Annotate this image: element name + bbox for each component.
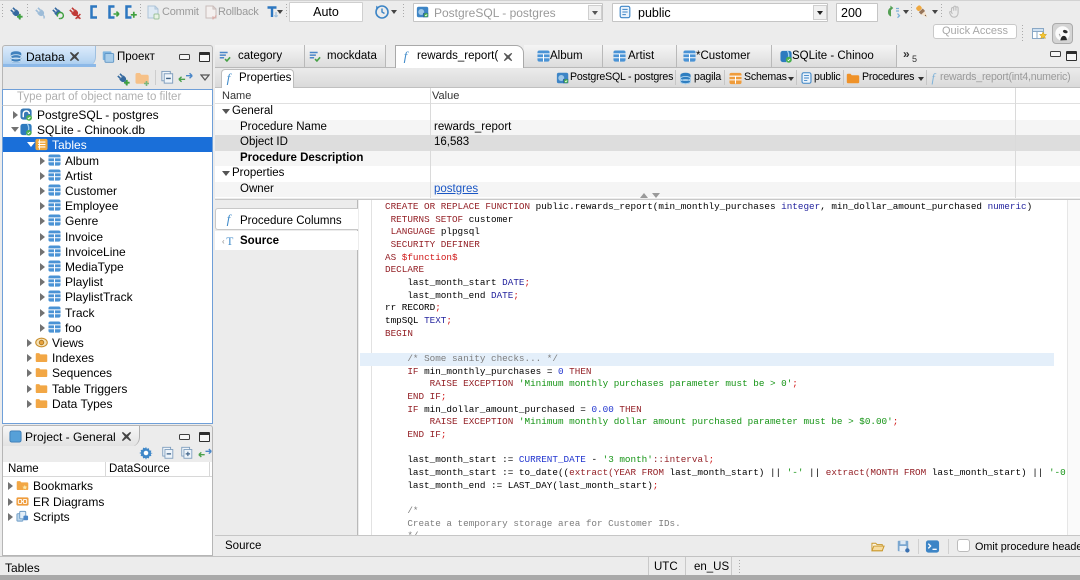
svg-text:f: f xyxy=(404,49,410,63)
svg-text:T: T xyxy=(226,236,233,247)
svg-text:f: f xyxy=(227,71,233,85)
svg-text:‹: ‹ xyxy=(222,237,225,246)
svg-text:f: f xyxy=(227,212,233,226)
svg-text:f: f xyxy=(931,71,936,85)
